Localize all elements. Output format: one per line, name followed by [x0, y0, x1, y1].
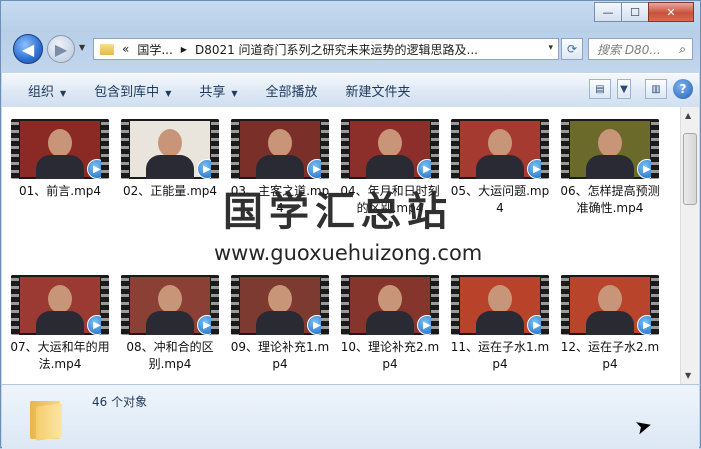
video-thumbnail: ▶ [561, 275, 659, 335]
view-controls: ▤ ▼ ▥ ? [589, 79, 693, 99]
breadcrumb-separator[interactable]: ▶ [181, 45, 187, 54]
video-thumbnail: ▶ [11, 119, 109, 179]
command-bar: 组织 ▼ 包含到库中 ▼ 共享 ▼ 全部播放 新建文件夹 ▤ ▼ ▥ ? [2, 73, 699, 108]
minimize-button[interactable]: — [594, 2, 622, 22]
chevron-down-icon: ▼ [231, 89, 238, 98]
media-player-icon: ▶ [637, 159, 657, 179]
media-player-icon: ▶ [307, 159, 327, 179]
file-name: 06、怎样提高预测准确性.mp4 [560, 184, 660, 215]
file-item[interactable]: ▶ 05、大运问题.mp4 [448, 119, 552, 217]
breadcrumb-current[interactable]: D8021 问道奇门系列之研究未来运势的逻辑思路及... [195, 41, 478, 58]
search-input[interactable]: 搜索 D80... ⌕ [588, 38, 693, 60]
view-dropdown[interactable]: ▼ [617, 79, 631, 99]
media-player-icon: ▶ [637, 315, 657, 335]
address-dropdown[interactable]: ▾ [548, 43, 553, 53]
media-player-icon: ▶ [87, 315, 107, 335]
overflow-chevron[interactable]: « [122, 42, 129, 56]
video-thumbnail: ▶ [11, 275, 109, 335]
file-name: 09、理论补充1.mp4 [230, 340, 330, 371]
vertical-scrollbar[interactable]: ▲ ▼ [680, 107, 699, 384]
folder-icon [100, 43, 114, 55]
video-thumbnail: ▶ [561, 119, 659, 179]
refresh-button[interactable]: ⟳ [561, 38, 583, 60]
file-item[interactable]: ▶ 08、冲和合的区别.mp4 [118, 275, 222, 373]
arrow-right-icon: ▶ [54, 39, 68, 59]
scroll-up-icon[interactable]: ▲ [685, 111, 691, 120]
file-name: 05、大运问题.mp4 [450, 184, 550, 215]
file-name: 02、正能量.mp4 [122, 184, 218, 198]
file-item[interactable]: ▶ 02、正能量.mp4 [118, 119, 222, 200]
include-library-label: 包含到库中 [94, 85, 160, 100]
watermark-title: 国学汇总站 [223, 189, 453, 235]
item-count: 46 个对象 [92, 395, 148, 409]
share-menu[interactable]: 共享 ▼ [185, 81, 251, 100]
media-player-icon: ▶ [417, 315, 437, 335]
preview-pane-icon: ▥ [651, 83, 661, 95]
address-bar[interactable]: « 国学... ▶ D8021 问道奇门系列之研究未来运势的逻辑思路及... ▾ [93, 38, 559, 60]
play-all-button[interactable]: 全部播放 [252, 81, 332, 100]
file-item[interactable]: ▶ 07、大运和年的用法.mp4 [8, 275, 112, 373]
media-player-icon: ▶ [87, 159, 107, 179]
explorer-window: — ☐ ✕ ◀ ▶ ▼ « 国学... ▶ D8021 问道奇门系列之研究未来运… [0, 0, 701, 449]
file-item[interactable]: ▶ 11、运在子水1.mp4 [448, 275, 552, 373]
view-icon: ▤ [595, 83, 605, 95]
help-icon: ? [679, 82, 687, 96]
recent-pages-dropdown[interactable]: ▼ [79, 43, 85, 52]
arrow-left-icon: ◀ [21, 39, 35, 59]
file-item[interactable]: ▶ 10、理论补充2.mp4 [338, 275, 442, 373]
chevron-down-icon: ▼ [60, 89, 67, 98]
media-player-icon: ▶ [527, 159, 547, 179]
media-player-icon: ▶ [197, 315, 217, 335]
media-player-icon: ▶ [417, 159, 437, 179]
caption-buttons: — ☐ ✕ [594, 2, 694, 22]
file-item[interactable]: ▶ 09、理论补充1.mp4 [228, 275, 332, 373]
file-name: 12、运在子水2.mp4 [560, 340, 660, 371]
file-item[interactable]: ▶ 01、前言.mp4 [8, 119, 112, 200]
preview-pane-button[interactable]: ▥ [645, 79, 667, 99]
include-library-menu[interactable]: 包含到库中 ▼ [80, 81, 185, 100]
scrollbar-thumb[interactable] [683, 133, 697, 205]
change-view-button[interactable]: ▤ [589, 79, 611, 99]
video-thumbnail: ▶ [341, 119, 439, 179]
forward-button[interactable]: ▶ [47, 35, 75, 63]
media-player-icon: ▶ [527, 315, 547, 335]
details-pane: 46 个对象 [2, 384, 699, 449]
video-thumbnail: ▶ [451, 119, 549, 179]
scroll-down-icon[interactable]: ▼ [685, 371, 691, 380]
file-name: 10、理论补充2.mp4 [340, 340, 440, 371]
file-name: 07、大运和年的用法.mp4 [10, 340, 110, 371]
refresh-icon: ⟳ [566, 42, 578, 56]
media-player-icon: ▶ [197, 159, 217, 179]
video-thumbnail: ▶ [341, 275, 439, 335]
search-placeholder: 搜索 D80... [597, 42, 661, 57]
file-item[interactable]: ▶ 06、怎样提高预测准确性.mp4 [558, 119, 662, 217]
video-thumbnail: ▶ [231, 275, 329, 335]
breadcrumb-parent[interactable]: 国学... [137, 41, 172, 58]
media-player-icon: ▶ [307, 315, 327, 335]
watermark-url: www.guoxuehuizong.com [214, 241, 483, 265]
navigation-bar: ◀ ▶ ▼ « 国学... ▶ D8021 问道奇门系列之研究未来运势的逻辑思路… [1, 31, 701, 67]
file-item[interactable]: ▶ 12、运在子水2.mp4 [558, 275, 662, 373]
new-folder-button[interactable]: 新建文件夹 [332, 81, 425, 100]
help-button[interactable]: ? [673, 79, 693, 99]
video-thumbnail: ▶ [451, 275, 549, 335]
video-thumbnail: ▶ [121, 275, 219, 335]
chevron-down-icon: ▼ [165, 89, 172, 98]
file-name: 11、运在子水1.mp4 [450, 340, 550, 371]
file-name: 01、前言.mp4 [18, 184, 102, 198]
back-button[interactable]: ◀ [13, 34, 43, 64]
folder-icon [30, 395, 64, 441]
video-thumbnail: ▶ [231, 119, 329, 179]
organize-label: 组织 [28, 85, 55, 100]
organize-menu[interactable]: 组织 ▼ [2, 81, 80, 100]
share-label: 共享 [199, 85, 226, 100]
maximize-button[interactable]: ☐ [621, 2, 649, 22]
search-icon: ⌕ [679, 42, 686, 56]
file-name: 08、冲和合的区别.mp4 [126, 340, 214, 371]
close-button[interactable]: ✕ [648, 2, 694, 22]
video-thumbnail: ▶ [121, 119, 219, 179]
